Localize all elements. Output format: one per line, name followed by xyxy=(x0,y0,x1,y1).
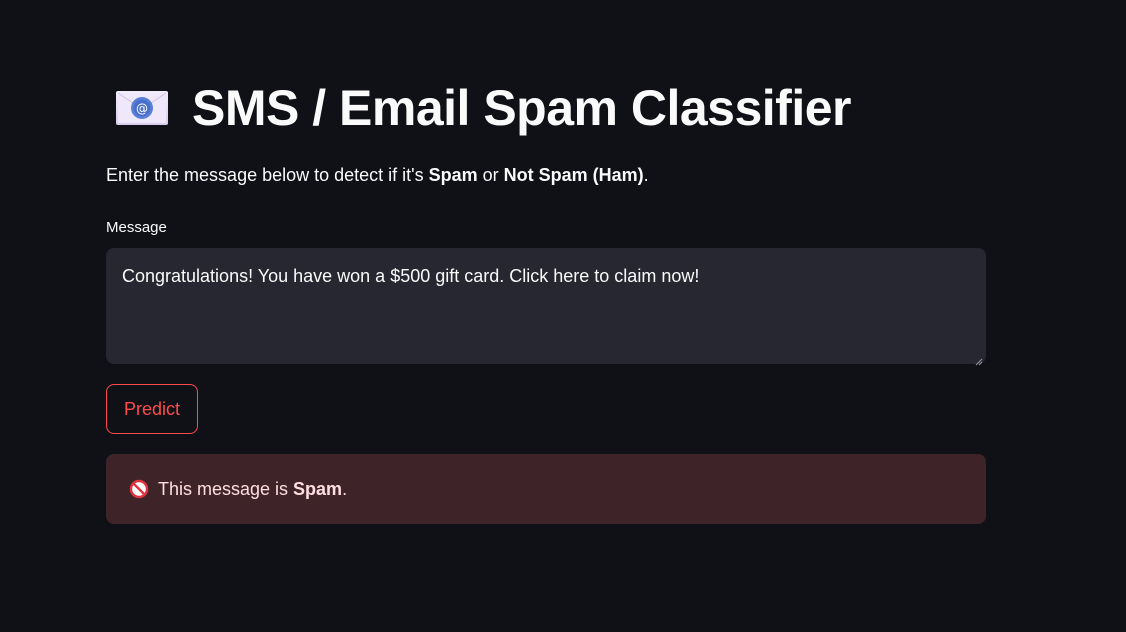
predict-button[interactable]: Predict xyxy=(106,384,198,434)
result-text: This message is Spam. xyxy=(158,479,347,500)
page-header: @ SMS / Email Spam Classifier xyxy=(114,78,852,138)
message-text[interactable]: Congratulations! You have won a $500 gif… xyxy=(122,266,970,287)
message-textarea[interactable]: Congratulations! You have won a $500 gif… xyxy=(106,248,986,366)
no-entry-icon xyxy=(129,479,149,499)
result-text-end: . xyxy=(342,478,348,499)
result-verdict: Spam xyxy=(293,478,343,499)
intro-text-start: Enter the message below to detect if it'… xyxy=(106,165,429,185)
intro-text-or: or xyxy=(477,165,504,185)
email-envelope-icon: @ xyxy=(114,87,170,129)
intro-text: Enter the message below to detect if it'… xyxy=(106,165,649,186)
result-alert: This message is Spam. xyxy=(106,454,986,524)
intro-text-end: . xyxy=(643,165,649,185)
page-title: SMS / Email Spam Classifier xyxy=(192,80,852,136)
message-label: Message xyxy=(106,219,167,236)
resize-handle-icon[interactable] xyxy=(975,353,983,366)
svg-text:@: @ xyxy=(136,102,148,116)
intro-ham-label: Not Spam (Ham) xyxy=(503,165,644,185)
intro-spam-label: Spam xyxy=(428,165,478,185)
result-text-start: This message is xyxy=(158,478,294,499)
